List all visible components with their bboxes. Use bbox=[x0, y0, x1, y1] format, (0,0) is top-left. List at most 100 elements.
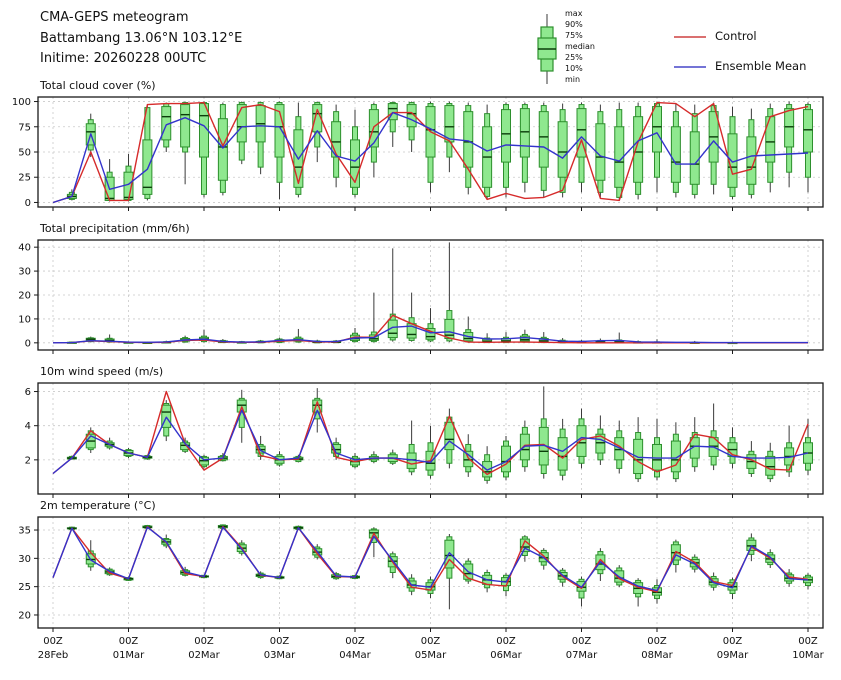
legend-label-25: 25% bbox=[565, 54, 583, 62]
legend-label-median: median bbox=[565, 43, 595, 51]
y-tick-label: 0 bbox=[25, 198, 31, 209]
x-tick-hour-label: 00Z bbox=[723, 636, 743, 647]
chart-header: CMA-GEPS meteogram Battambang 13.06°N 10… bbox=[40, 8, 242, 70]
box-plot bbox=[502, 103, 511, 198]
x-tick-hour-label: 00Z bbox=[496, 636, 516, 647]
box-25-75 bbox=[577, 426, 586, 457]
box-plot bbox=[445, 242, 454, 342]
box-plot bbox=[520, 330, 529, 343]
box-plot bbox=[539, 386, 548, 478]
box-plot bbox=[369, 103, 378, 178]
y-tick-label: 35 bbox=[18, 526, 31, 537]
x-tick-hour-label: 00Z bbox=[572, 636, 592, 647]
x-tick-date-label: 04Mar bbox=[339, 650, 371, 661]
x-tick-date-label: 01Mar bbox=[113, 650, 145, 661]
box-plot bbox=[388, 102, 397, 147]
box-plot bbox=[369, 293, 378, 343]
box-plot bbox=[369, 451, 378, 463]
y-tick-label: 20 bbox=[18, 610, 31, 621]
box-25-75 bbox=[690, 132, 699, 184]
panel-wind-speed: 2 4 6 bbox=[25, 383, 823, 498]
y-tick-label: 2 bbox=[25, 455, 31, 466]
y-tick-label: 0 bbox=[25, 338, 31, 349]
box-plot bbox=[483, 446, 492, 484]
box-25-75 bbox=[464, 112, 473, 168]
y-tick-label: 10 bbox=[18, 314, 31, 325]
location-label: Battambang 13.06°N 103.12°E bbox=[40, 29, 242, 50]
panel-temperature: 2025303500Z28Feb00Z01Mar00Z02Mar00Z03Mar… bbox=[18, 517, 824, 661]
box-plot bbox=[653, 102, 662, 193]
legend-label-90: 90% bbox=[565, 21, 583, 29]
box-25-75 bbox=[671, 127, 680, 183]
panel-title-precipitation: Total precipitation (mm/6h) bbox=[40, 222, 190, 235]
x-tick-hour-label: 00Z bbox=[798, 636, 818, 647]
x-tick-date-label: 09Mar bbox=[717, 650, 749, 661]
y-tick-label: 25 bbox=[18, 582, 31, 593]
box-plot bbox=[728, 427, 737, 468]
box-plot bbox=[615, 103, 624, 201]
x-tick-date-label: 03Mar bbox=[264, 650, 296, 661]
y-tick-label: 20 bbox=[18, 291, 31, 302]
y-tick-label: 4 bbox=[25, 421, 31, 432]
meteogram-chart: 02550751000102030402462025303500Z28Feb00… bbox=[0, 0, 841, 680]
inittime-label: Initime: 20260228 00UTC bbox=[40, 49, 242, 70]
box-25-75 bbox=[653, 107, 662, 152]
ensemble-line-swatch bbox=[672, 62, 712, 72]
panel-title-cloud-cover: Total cloud cover (%) bbox=[40, 79, 156, 92]
x-tick-hour-label: 00Z bbox=[421, 636, 441, 647]
box-plot bbox=[804, 419, 813, 475]
box-plot bbox=[218, 103, 227, 196]
box-25-75 bbox=[181, 105, 190, 147]
box-plot bbox=[464, 317, 473, 343]
box-plot bbox=[728, 107, 737, 200]
box-plot bbox=[539, 332, 548, 343]
box-plot bbox=[407, 421, 416, 476]
box-25-75 bbox=[785, 109, 794, 147]
box-25-75 bbox=[558, 122, 567, 178]
panel-title-temperature: 2m temperature (°C) bbox=[40, 499, 156, 512]
box-plot bbox=[124, 154, 133, 201]
x-tick-hour-label: 00Z bbox=[647, 636, 667, 647]
panel-title-wind-speed: 10m wind speed (m/s) bbox=[40, 365, 163, 378]
box-plot bbox=[162, 103, 171, 152]
y-tick-label: 25 bbox=[18, 173, 31, 184]
box-plot bbox=[483, 105, 492, 200]
box-plot bbox=[237, 102, 246, 165]
box-plot bbox=[520, 103, 529, 193]
box-25-75 bbox=[520, 109, 529, 157]
box-plot bbox=[200, 102, 209, 198]
y-tick-label: 6 bbox=[25, 387, 31, 398]
y-tick-label: 30 bbox=[18, 267, 31, 278]
box-plot bbox=[690, 417, 699, 472]
box-25-75 bbox=[218, 119, 227, 181]
x-tick-date-label: 10Mar bbox=[792, 650, 824, 661]
x-tick-hour-label: 00Z bbox=[345, 636, 365, 647]
box-plot bbox=[426, 102, 435, 193]
box-plot bbox=[766, 443, 775, 482]
box-plot bbox=[690, 105, 699, 199]
box-25-75 bbox=[558, 438, 567, 470]
x-tick-hour-label: 00Z bbox=[119, 636, 139, 647]
page-title: CMA-GEPS meteogram bbox=[40, 8, 242, 29]
box-plot bbox=[256, 102, 265, 175]
box-plot bbox=[502, 332, 511, 343]
x-tick-date-label: 05Mar bbox=[415, 650, 447, 661]
box-25-75 bbox=[143, 140, 152, 194]
panel-cloud-cover: 0255075100 bbox=[12, 97, 823, 211]
y-tick-label: 30 bbox=[18, 554, 31, 565]
box-plot bbox=[351, 110, 360, 198]
box-25-75 bbox=[464, 451, 473, 466]
box-plot bbox=[181, 102, 190, 185]
x-tick-hour-label: 00Z bbox=[194, 636, 214, 647]
box-plot bbox=[445, 534, 454, 609]
box-25-75 bbox=[237, 105, 246, 142]
box-plot bbox=[785, 102, 794, 188]
x-tick-date-label: 28Feb bbox=[38, 650, 68, 661]
box-plot bbox=[577, 576, 586, 606]
box-plot bbox=[426, 308, 435, 342]
x-tick-date-label: 08Mar bbox=[641, 650, 673, 661]
legend-ensemble-label: Ensemble Mean bbox=[715, 59, 806, 73]
box-plot bbox=[671, 422, 680, 482]
box-25-75 bbox=[804, 110, 813, 152]
legend-label-10: 10% bbox=[565, 65, 583, 73]
